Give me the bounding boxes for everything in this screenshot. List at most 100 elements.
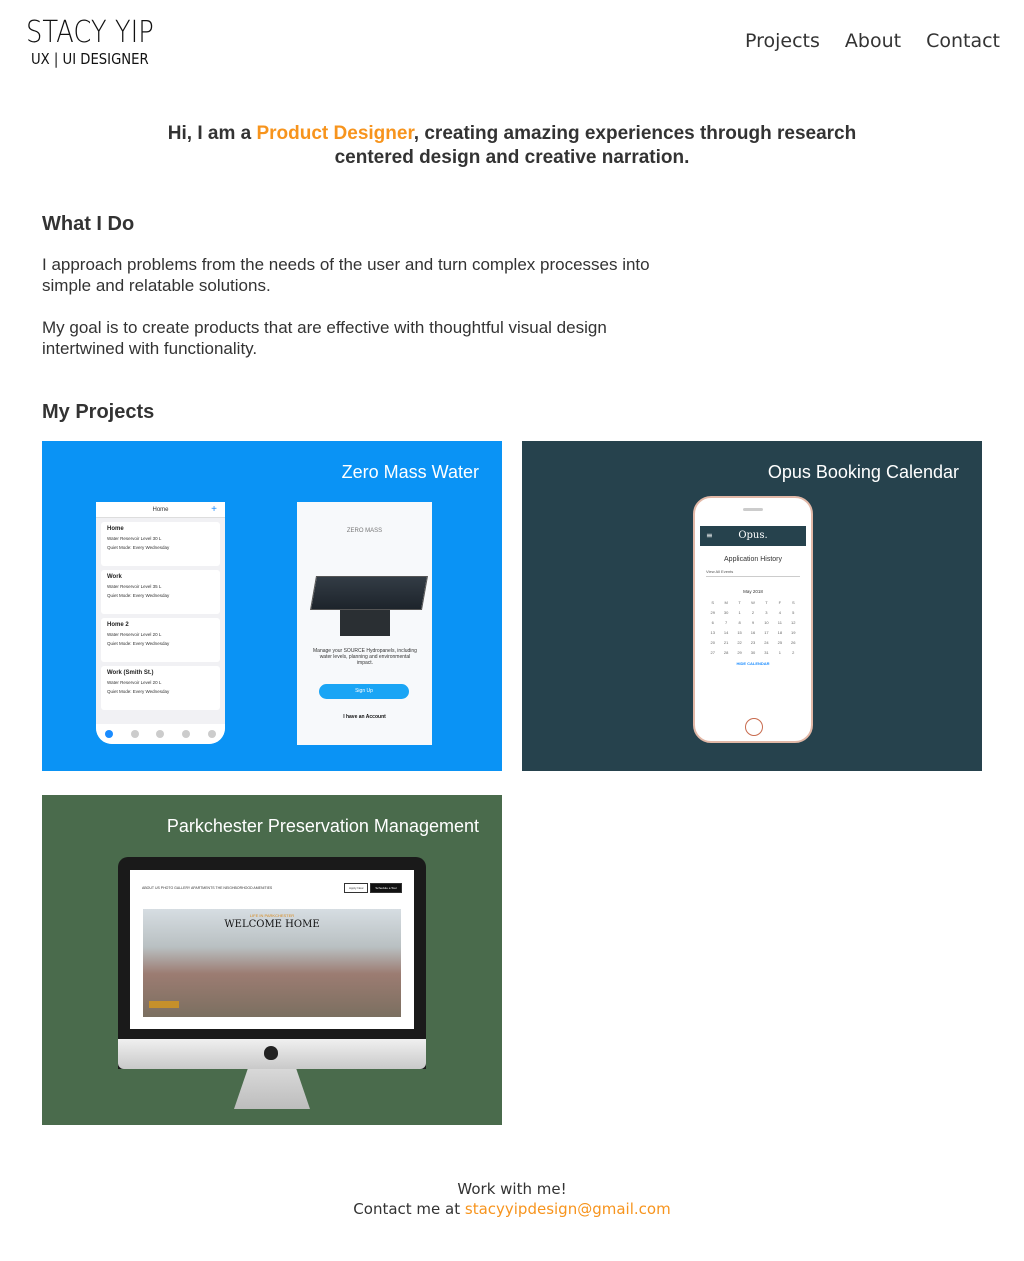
device-tile: Work (Smith St.) Water Reservoir Level 20… <box>101 666 220 710</box>
apply-button-mock: Apply Now <box>344 883 369 893</box>
calendar-day: 4 <box>778 610 781 615</box>
calendar-day: 22 <box>737 640 742 645</box>
plus-icon: + <box>211 504 217 515</box>
calendar-day: 7 <box>725 620 728 625</box>
schedule-button-mock: Schedule a Tour <box>370 883 402 893</box>
users-icon <box>130 730 139 738</box>
calendar-day: 2 <box>792 650 795 655</box>
calendar-day: 6 <box>711 620 714 625</box>
my-projects-heading: My Projects <box>42 401 155 423</box>
app-heading: Application History <box>724 556 782 563</box>
project-card-opus-booking-calendar[interactable]: Opus Booking Calendar ≡ Opus. Application… <box>522 441 982 771</box>
calendar-day: S <box>711 600 715 605</box>
logo-subtitle: UX | UI DESIGNER <box>31 50 149 68</box>
calendar-day: 3 <box>765 610 768 615</box>
imac-display: ABOUT US PHOTO GALLERY APARTMENTS THE NE… <box>130 870 414 1029</box>
email-link[interactable]: stacyyipdesign@gmail.com <box>465 1200 671 1218</box>
phone-screen: ≡ Opus. Application History View All Even… <box>700 526 806 710</box>
hero-subtitle: LIFE IN PARKCHESTER <box>249 913 295 918</box>
paragraph-line: I approach problems from the needs of th… <box>42 255 650 274</box>
calendar-day: 17 <box>764 630 769 635</box>
calendar-day: 29 <box>710 610 715 615</box>
calendar-day: W <box>751 600 755 605</box>
tab-bar <box>96 724 225 744</box>
phone-mockup-calendar: ≡ Opus. Application History View All Even… <box>693 496 813 743</box>
menu-icon <box>208 730 217 738</box>
calendar-day: 19 <box>791 630 796 635</box>
calendar-day: 23 <box>750 640 756 645</box>
intro-statement: Hi, I am a Product Designer, creating am… <box>0 122 1024 170</box>
phone-speaker <box>743 508 763 511</box>
nav-contact[interactable]: Contact <box>926 30 1000 52</box>
tile-name: Work <box>107 574 122 580</box>
bell-icon <box>182 730 191 738</box>
what-i-do-paragraph-1: I approach problems from the needs of th… <box>42 254 722 296</box>
calendar-day: 20 <box>710 640 715 645</box>
calendar-day: 25 <box>777 640 783 645</box>
tile-level: Water Reservoir Level 20 L <box>107 680 162 685</box>
calendar-day: 10 <box>764 620 769 625</box>
app-bar: ≡ Opus. <box>700 526 806 546</box>
calendar-day: 26 <box>791 640 796 645</box>
app-brand: Opus. <box>738 530 768 541</box>
tile-mode: Quiet Mode: Every Wednesday <box>107 545 170 550</box>
tile-name: Home 2 <box>107 622 129 628</box>
calendar-day: S <box>791 600 795 605</box>
calendar-day: 31 <box>764 650 769 655</box>
paragraph-line: My goal is to create products that are e… <box>42 318 607 337</box>
site-nav-buttons: Apply Now Schedule a Tour <box>342 883 402 893</box>
phone-mockup-signup: ZERO MASS Manage your SOURCE Hydropanels… <box>297 502 432 745</box>
site-nav-links: ABOUT US PHOTO GALLERY APARTMENTS THE NE… <box>142 886 273 890</box>
logo-name: STACY YIP <box>26 15 154 50</box>
intro-line2: centered design and creative narration. <box>334 147 690 168</box>
water-drop-icon <box>104 730 113 738</box>
hide-calendar-mock: HIDE CALENDAR <box>736 661 770 666</box>
project-card-zero-mass-water[interactable]: Zero Mass Water Home + Home Water Reservoi… <box>42 441 502 771</box>
main-nav: Projects About Contact <box>745 30 1000 52</box>
calendar-day: 12 <box>791 620 796 625</box>
logo[interactable]: STACY YIP UX | UI DESIGNER <box>26 15 166 69</box>
calendar-day: 16 <box>750 630 756 635</box>
calendar-day: 15 <box>737 630 742 635</box>
footer: Work with me! Contact me at stacyyipdesi… <box>0 1179 1024 1219</box>
tile-name: Home <box>107 526 124 532</box>
app-bar-title: Home <box>152 507 169 513</box>
calendar-day: 14 <box>723 630 729 635</box>
footer-contact-prefix: Contact me at <box>353 1200 465 1218</box>
calendar-day: 5 <box>792 610 795 615</box>
calendar-day: 18 <box>777 630 783 635</box>
tile-mode: Quiet Mode: Every Wednesday <box>107 689 170 694</box>
what-i-do-heading: What I Do <box>42 213 135 235</box>
tile-level: Water Reservoir Level 35 L <box>107 584 162 589</box>
project-title: Parkchester Preservation Management <box>166 816 479 836</box>
nav-about[interactable]: About <box>845 30 901 52</box>
hero-badge <box>149 1001 179 1008</box>
intro-prefix: Hi, I am a <box>167 123 257 144</box>
nav-projects[interactable]: Projects <box>745 30 820 52</box>
calendar-day: 29 <box>737 650 742 655</box>
calendar-day: 11 <box>777 620 782 625</box>
tile-mode: Quiet Mode: Every Wednesday <box>107 593 170 598</box>
device-tile: Home Water Reservoir Level 30 L Quiet Mode… <box>101 522 220 566</box>
intro-line1-rest: , creating amazing experiences through r… <box>413 123 857 144</box>
footer-cta: Work with me! <box>457 1180 567 1198</box>
gear-icon <box>156 730 165 738</box>
calendar-grid: S M T W T F S 29 30 1 2 3 4 5 6 7 8 9 10 11 12 13 14 15 16 17 18 19… <box>706 600 800 655</box>
calendar-day: F <box>778 600 782 605</box>
calendar-day: T <box>738 600 741 605</box>
calendar-day: 30 <box>750 650 756 655</box>
phone-mockup-home-list: Home + Home Water Reservoir Level 30 L Quie… <box>96 502 225 744</box>
calendar-day: 27 <box>710 650 715 655</box>
calendar-day: 8 <box>738 620 741 625</box>
imac-mockup: ABOUT US PHOTO GALLERY APARTMENTS THE NE… <box>118 857 426 1111</box>
brand-logo: ZERO MASS <box>346 528 383 534</box>
paragraph-line: intertwined with functionality. <box>42 339 258 358</box>
device-tile: Home 2 Water Reservoir Level 20 L Quiet Mo… <box>101 618 220 662</box>
calendar-day: 21 <box>723 640 729 645</box>
tile-name: Work (Smith St.) <box>107 670 154 676</box>
project-card-parkchester[interactable]: Parkchester Preservation Management ABOU… <box>42 795 502 1125</box>
device-tile: Work Water Reservoir Level 35 L Quiet Mode… <box>101 570 220 614</box>
account-link-mock: I have an Account <box>343 714 386 720</box>
imac-stand <box>234 1069 310 1109</box>
calendar-day: 9 <box>751 620 755 625</box>
